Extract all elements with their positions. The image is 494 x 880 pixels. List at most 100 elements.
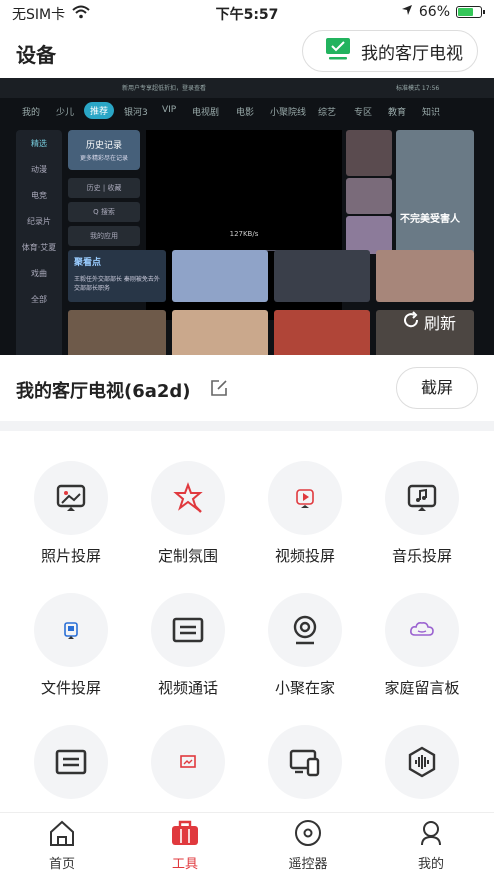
multi-screen-icon xyxy=(268,725,342,799)
tool-music-cast[interactable]: 音乐投屏 xyxy=(367,461,477,566)
tab-label: 工具 xyxy=(171,857,198,872)
tv-nav-item: 教育 xyxy=(388,108,407,118)
tool-subtitle[interactable] xyxy=(16,725,126,809)
news-card: 聚看点 王毅任外交部部长 秦刚被免去外交部部长职务 xyxy=(68,250,166,302)
news-text: 王毅任外交部部长 秦刚被免去外交部部长职务 xyxy=(74,276,160,292)
refresh-button[interactable]: 刷新 xyxy=(402,307,476,337)
tv-side-item: 全部 xyxy=(31,295,47,304)
section-divider xyxy=(0,421,494,431)
tool-video-cast[interactable]: 视频投屏 xyxy=(250,461,360,566)
tool-screen-crop[interactable] xyxy=(133,725,243,809)
ambience-icon xyxy=(151,461,225,535)
tv-history-title: 历史记录 xyxy=(85,141,122,151)
tv-nav-item: 综艺 xyxy=(318,108,337,118)
header: 设备 我的客厅电视 xyxy=(0,26,494,78)
message-board-icon xyxy=(385,593,459,667)
tab-label: 遥控器 xyxy=(288,857,328,872)
tv-nav-item: 推荐 xyxy=(84,102,115,119)
tool-label: 小聚在家 xyxy=(274,679,335,697)
tool-video-call[interactable]: 视频通话 xyxy=(133,593,243,698)
edit-icon[interactable] xyxy=(210,379,228,401)
page-title: 设备 xyxy=(16,43,56,67)
remote-icon xyxy=(268,819,348,851)
tool-voice[interactable] xyxy=(367,725,477,809)
screenshot-button[interactable]: 截屏 xyxy=(396,367,478,409)
tool-label: 家庭留言板 xyxy=(384,679,460,697)
status-bar: 无SIM卡 下午5:57 66% xyxy=(0,0,494,26)
poster-tile xyxy=(68,310,166,355)
poster-tile xyxy=(274,250,370,302)
poster-tile xyxy=(172,250,268,302)
home-icon xyxy=(22,819,102,851)
tv-side-menu: 精选动漫电竞纪录片体育·艾夏戏曲全部 xyxy=(16,130,62,355)
tv-selector-button[interactable]: 我的客厅电视 xyxy=(302,30,478,72)
tv-side-item: 戏曲 xyxy=(31,269,47,278)
video-call-icon xyxy=(151,593,225,667)
file-cast-icon xyxy=(34,593,108,667)
refresh-icon xyxy=(402,311,420,333)
tab-toolbox[interactable]: 工具 xyxy=(145,819,225,872)
tv-side-item: 精选 xyxy=(31,139,47,148)
tv-box-history: 历史 | 收藏 xyxy=(68,178,140,198)
drama-poster: 不完美受害人 xyxy=(396,130,474,254)
poster-tile xyxy=(346,216,392,254)
poster-tile xyxy=(172,310,268,355)
photo-cast-icon xyxy=(34,461,108,535)
tool-label: 视频通话 xyxy=(157,679,218,697)
tool-label: 视频投屏 xyxy=(274,547,335,565)
video-cast-icon xyxy=(268,461,342,535)
tv-nav-item: 我的 xyxy=(22,108,41,118)
tab-home[interactable]: 首页 xyxy=(22,819,102,872)
tab-profile[interactable]: 我的 xyxy=(391,819,471,872)
news-title: 聚看点 xyxy=(74,258,102,268)
poster-tile xyxy=(346,178,392,214)
tv-nav-item: 专区 xyxy=(354,108,373,118)
tool-photo-cast[interactable]: 照片投屏 xyxy=(16,461,126,566)
tv-nav-item: 小聚院线 xyxy=(270,108,307,118)
device-name: 我的客厅电视(6a2d) xyxy=(16,381,191,402)
tv-icon xyxy=(325,37,351,65)
tv-top-bar: 新用户专享超低折扣，登录查看 标准模式 17:56 xyxy=(0,78,494,98)
battery-percent: 66% xyxy=(418,4,450,20)
drama-title: 不完美受害人 xyxy=(400,214,460,225)
tv-nav-item: 少儿 xyxy=(56,108,75,118)
tv-side-item: 动漫 xyxy=(31,165,47,174)
tv-nav-item: 银河3 xyxy=(124,108,148,118)
tv-side-item: 电竞 xyxy=(31,191,47,200)
tool-camera[interactable]: 小聚在家 xyxy=(250,593,360,698)
tool-file-cast[interactable]: 文件投屏 xyxy=(16,593,126,698)
camera-icon xyxy=(268,593,342,667)
device-row: 我的客厅电视(6a2d) 截屏 xyxy=(0,355,494,421)
poster-tile xyxy=(346,130,392,176)
tv-side-item: 体育·艾夏 xyxy=(21,243,57,252)
screen-crop-icon xyxy=(151,725,225,799)
tab-label: 我的 xyxy=(417,857,444,872)
poster-tile xyxy=(376,250,474,302)
location-icon xyxy=(401,4,413,20)
music-cast-icon xyxy=(385,461,459,535)
tool-label: 照片投屏 xyxy=(40,547,101,565)
tools-grid: 照片投屏 定制氛围 视频投屏 音乐投屏文件投屏 视频通话 小聚在家 家庭留言板 xyxy=(0,431,494,810)
voice-icon xyxy=(385,725,459,799)
tab-remote[interactable]: 遥控器 xyxy=(268,819,348,872)
tv-nav-item: 电视剧 xyxy=(192,108,220,118)
tv-screen-preview[interactable]: 新用户专享超低折扣，登录查看 标准模式 17:56 我的 少儿 推荐 银河3 VIP 电视… xyxy=(0,78,494,355)
tv-top-status: 标准模式 17:56 xyxy=(396,85,440,92)
tool-label: 定制氛围 xyxy=(157,547,218,565)
tv-nav-item: VIP xyxy=(162,105,177,115)
tv-side-item: 纪录片 xyxy=(27,217,51,226)
tv-box-apps: 我的应用 xyxy=(68,226,140,246)
tool-ambience[interactable]: 定制氛围 xyxy=(133,461,243,566)
tool-label: 音乐投屏 xyxy=(391,547,452,565)
tv-nav: 我的 少儿 推荐 银河3 VIP 电视剧 电影 小聚院线 综艺 专区 教育 知识 xyxy=(0,100,494,122)
refresh-label: 刷新 xyxy=(424,314,457,333)
tool-message-board[interactable]: 家庭留言板 xyxy=(367,593,477,698)
tab-bar: 首页 工具 遥控器 我的 xyxy=(0,812,494,880)
tv-selector-label: 我的客厅电视 xyxy=(361,43,463,64)
tv-nav-item: 电影 xyxy=(236,108,255,118)
tool-multi-screen[interactable] xyxy=(250,725,360,809)
poster-tile xyxy=(274,310,370,355)
tv-history-card: 历史记录 更多精彩尽在记录 xyxy=(68,130,140,170)
tv-box-search: Q 搜索 xyxy=(68,202,140,222)
toolbox-icon xyxy=(145,819,225,851)
